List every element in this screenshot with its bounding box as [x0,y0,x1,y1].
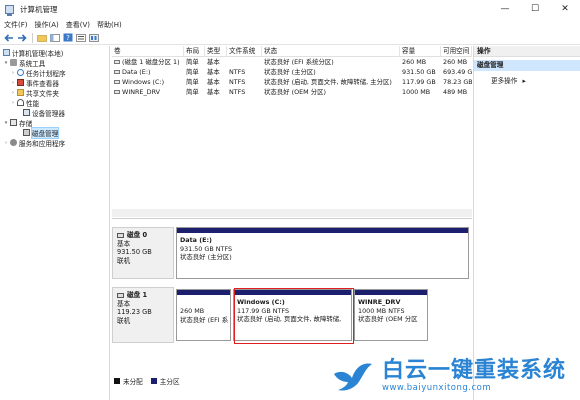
volume-icon [114,80,120,84]
event-viewer-icon [17,79,24,86]
forward-icon[interactable] [16,33,27,43]
shared-folder-icon [17,89,24,96]
navigation-tree: 计算机管理(本地) ▾ 系统工具 › 任务计划程序 › 事件查看器 › 共享文件… [0,46,110,400]
watermark-url: www.baiyunxitong.com [382,383,492,393]
expand-icon[interactable]: › [10,80,16,86]
storage-icon [10,119,17,126]
table-row[interactable]: WINRE_DRV 简单 基本 NTFS 状态良好 (OEM 分区) 1000 … [112,88,472,97]
column-volume[interactable]: 卷 [112,46,184,57]
minimize-button[interactable]: — [490,0,520,18]
disk-management-icon [23,129,30,136]
column-status[interactable]: 状态 [262,46,400,57]
collapse-icon[interactable]: ▾ [3,120,9,126]
menu-bar: 文件(F) 操作(A) 查看(V) 帮助(H) [0,18,580,31]
services-icon [10,139,17,146]
expand-icon[interactable]: › [10,90,16,96]
partition-efi[interactable]: 260 MB 状态良好 (EFI 系 [176,289,231,341]
volume-icon [114,70,120,74]
tree-storage[interactable]: ▾ 存储 [3,118,32,128]
performance-icon [17,99,24,106]
volume-icon [114,60,120,64]
disk-map: 磁盘 0 基本 931.50 GB 联机 Data (E:) 931.50 GB… [112,218,472,374]
bird-logo-icon [334,363,372,391]
highlight-box [234,288,354,344]
clock-icon [17,69,24,76]
primary-partition-bar [177,290,230,295]
disk-1-info[interactable]: 磁盘 1 基本 119.23 GB 联机 [112,287,174,343]
menu-help[interactable]: 帮助(H) [97,20,122,30]
tools-icon [10,59,17,66]
watermark-name: 白云一键重装系统 [382,358,567,383]
collapse-icon[interactable]: ▾ [3,60,9,66]
close-button[interactable]: ✕ [550,0,580,18]
tree-event-viewer[interactable]: › 事件查看器 [10,78,59,88]
partition-data-e[interactable]: Data (E:) 931.50 GB NTFS 状态良好 (主分区) [176,227,469,279]
expand-icon[interactable]: › [10,70,16,76]
legend-unallocated: 未分配 [123,378,143,386]
actions-section-disk-management[interactable]: 磁盘管理 [474,60,580,71]
view-list-icon[interactable] [88,33,99,43]
tree-performance[interactable]: › 性能 [10,98,39,108]
expand-icon[interactable]: › [10,100,16,106]
toolbar: ? [0,31,580,45]
tree-device-manager[interactable]: 设备管理器 [16,108,65,118]
actions-pane: 操作 磁盘管理 更多操作 ▸ [473,46,580,400]
column-capacity[interactable]: 容量 [400,46,441,57]
column-filesystem[interactable]: 文件系统 [227,46,262,57]
maximize-button[interactable]: ☐ [520,0,550,18]
table-row[interactable]: Windows (C:) 简单 基本 NTFS 状态良好 (启动, 页面文件, … [112,78,472,87]
actions-header: 操作 [474,46,580,57]
menu-file[interactable]: 文件(F) [4,20,28,30]
volume-table: 卷 布局 类型 文件系统 状态 容量 可用空间 (磁盘 1 磁盘分区 1) 简单… [112,46,472,217]
properties-icon[interactable] [75,33,86,43]
volume-icon [114,90,120,94]
disk-icon [117,232,124,238]
tree-task-scheduler[interactable]: › 任务计划程序 [10,68,66,78]
tree-root[interactable]: 计算机管理(本地) [2,48,63,58]
tree-disk-management[interactable]: 磁盘管理 [16,126,60,139]
menu-view[interactable]: 查看(V) [66,20,90,30]
primary-partition-bar [177,228,468,233]
partition-winre[interactable]: WINRE_DRV 1000 MB NTFS 状态良好 (OEM 分区 [354,289,428,341]
column-free-space[interactable]: 可用空间 [441,46,472,57]
title-bar: 计算机管理 — ☐ ✕ [0,0,580,18]
disk-icon [117,292,124,298]
computer-icon [3,49,10,56]
table-header: 卷 布局 类型 文件系统 状态 容量 可用空间 [112,46,472,57]
column-type[interactable]: 类型 [205,46,227,57]
horizontal-scrollbar[interactable] [112,209,472,217]
column-layout[interactable]: 布局 [184,46,205,57]
computer-management-icon [5,4,14,16]
legend-primary: 主分区 [159,378,180,386]
svg-text:?: ? [66,34,70,42]
chevron-right-icon: ▸ [522,77,526,85]
help-icon[interactable]: ? [62,33,73,43]
table-row[interactable]: Data (E:) 简单 基本 NTFS 状态良好 (主分区) 931.50 G… [112,68,472,77]
window-title: 计算机管理 [20,4,58,14]
primary-partition-bar [355,290,427,295]
expand-icon[interactable]: › [3,140,9,146]
back-icon[interactable] [3,33,14,43]
primary-swatch [150,378,157,384]
tree-system-tools[interactable]: ▾ 系统工具 [3,58,45,68]
tree-services-apps[interactable]: › 服务和应用程序 [3,138,65,148]
watermark: 白云一键重装系统 www.baiyunxitong.com [330,352,580,400]
device-manager-icon [23,109,30,116]
unallocated-swatch [114,378,120,384]
more-actions[interactable]: 更多操作 ▸ [491,75,526,85]
show-hide-tree-icon[interactable] [49,33,60,43]
tree-shared-folders[interactable]: › 共享文件夹 [10,88,59,98]
menu-action[interactable]: 操作(A) [35,20,59,30]
legend: 未分配 主分区 [114,376,180,386]
table-row[interactable]: (磁盘 1 磁盘分区 1) 简单 基本 状态良好 (EFI 系统分区) 260 … [112,58,472,67]
disk-0-info[interactable]: 磁盘 0 基本 931.50 GB 联机 [112,227,174,279]
up-folder-icon[interactable] [36,33,47,43]
